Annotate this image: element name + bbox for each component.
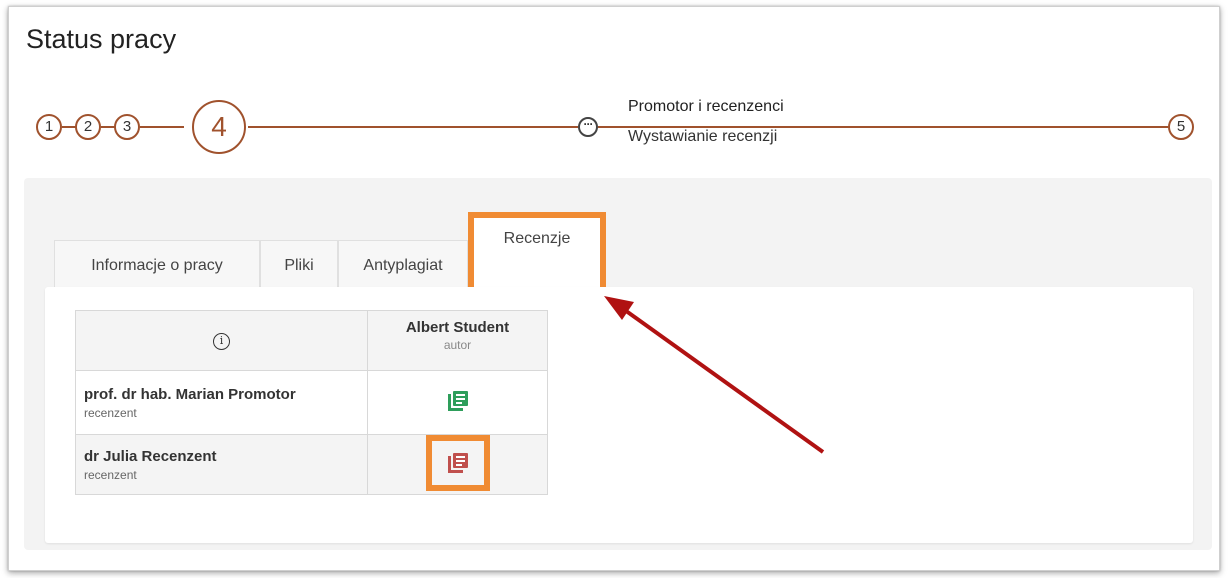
tab-informacje[interactable]: Informacje o pracy [54, 240, 260, 290]
reviewer-name: prof. dr hab. Marian Promotor [84, 385, 296, 403]
review-icon-cell [367, 434, 548, 495]
stepper-connector [140, 126, 184, 128]
step-caption: Promotor i recenzenci [628, 98, 784, 115]
step-1[interactable]: 1 [36, 114, 62, 140]
in-progress-dots-icon: ··· [578, 117, 598, 137]
step-5[interactable]: 5 [1168, 114, 1194, 140]
progress-stepper: 1 2 3 4 ··· Promotor i recenzenci Wystaw… [0, 0, 1230, 200]
tab-recenzje[interactable]: Recenzje [468, 212, 606, 298]
stepper-connector [101, 126, 115, 128]
review-document-icon [447, 391, 468, 411]
table-row: prof. dr hab. Marian Promotor recenzent [75, 370, 548, 435]
author-header: Albert Student autor [367, 310, 548, 371]
table-row: dr Julia Recenzent recenzent [75, 434, 548, 495]
step-4-current[interactable]: 4 [192, 100, 246, 154]
review-icon-cell [367, 370, 548, 435]
review-button[interactable] [426, 371, 490, 431]
tab-antyplagiat[interactable]: Antyplagiat [338, 240, 468, 290]
reviewer-name: dr Julia Recenzent [84, 447, 217, 465]
stepper-connector [62, 126, 76, 128]
reviews-table: i Albert Student autor prof. dr hab. Mar… [75, 310, 548, 495]
author-role: autor [443, 338, 472, 352]
author-name: Albert Student [405, 319, 510, 336]
reviewer-cell: prof. dr hab. Marian Promotor recenzent [75, 370, 368, 435]
stepper-connector [248, 126, 578, 128]
reviewer-role: recenzent [84, 467, 137, 482]
step-3[interactable]: 3 [114, 114, 140, 140]
reviewer-cell: dr Julia Recenzent recenzent [75, 434, 368, 495]
info-header: i [75, 310, 368, 371]
review-document-icon [447, 453, 468, 473]
reviewer-role: recenzent [84, 405, 137, 420]
step-subcaption: Wystawianie recenzji [628, 128, 778, 145]
table-header-row: i Albert Student autor [75, 310, 548, 371]
review-button-highlighted[interactable] [425, 435, 490, 491]
info-icon[interactable]: i [213, 333, 230, 350]
tab-pliki[interactable]: Pliki [260, 240, 338, 290]
step-2[interactable]: 2 [75, 114, 101, 140]
